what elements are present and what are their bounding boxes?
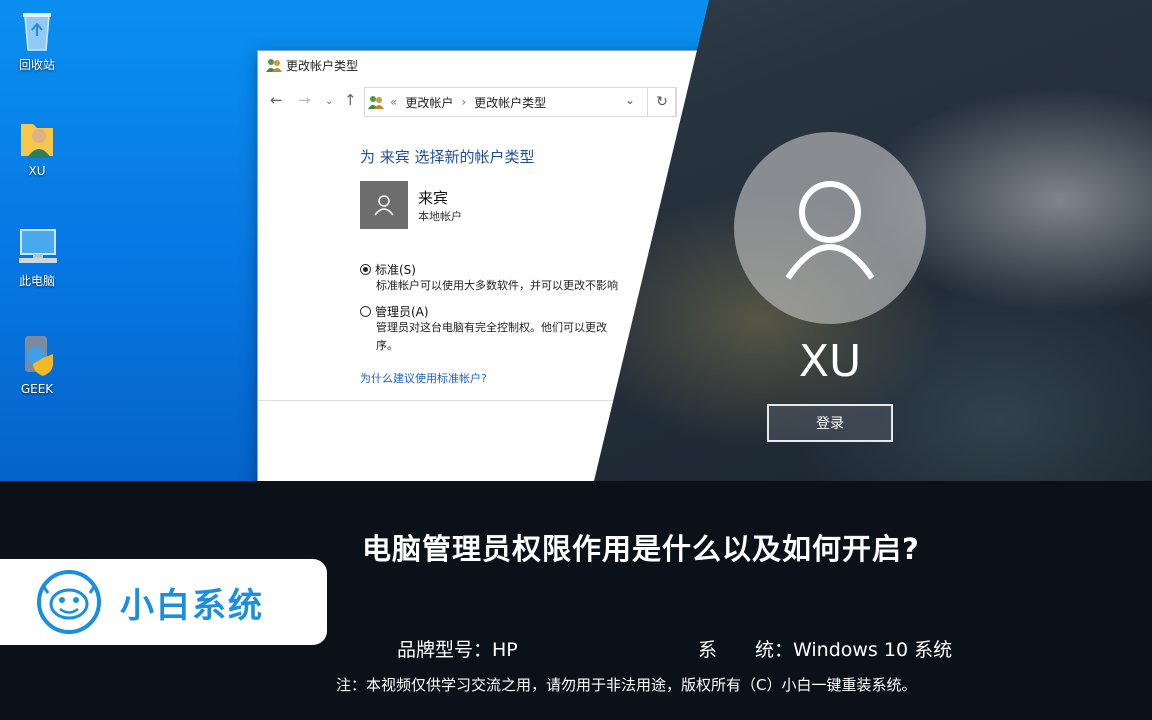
login-avatar <box>734 132 926 324</box>
system-info: 系 统：Windows 10 系统 <box>698 639 953 661</box>
users-icon <box>266 59 282 72</box>
why-standard-link[interactable]: 为什么建议使用标准帐户? <box>360 370 487 386</box>
account-name: 来宾 <box>418 189 449 207</box>
radio-selected-icon[interactable] <box>360 264 371 275</box>
caption-banner: 电脑管理员权限作用是什么以及如何开启? 小白系统 品牌型号：HP 系 统：Win… <box>0 481 1152 720</box>
screenshot-area: 回收站 XU 此电脑 GEEK 更改帐户类型 ← → ⌄ ↑ « 更改帐户 › … <box>0 0 1152 481</box>
account-avatar <box>360 181 408 229</box>
address-dropdown-chevron-icon[interactable]: ⌄ <box>625 93 635 107</box>
geek-shortcut[interactable]: GEEK <box>0 332 74 396</box>
computer-icon <box>19 229 57 263</box>
recycle-bin-shortcut[interactable]: 回收站 <box>0 8 74 73</box>
administrator-description: 管理员对这台电脑有完全控制权。他们可以更改 <box>376 321 607 334</box>
up-arrow-icon[interactable]: ↑ <box>344 91 357 109</box>
refresh-icon: ↻ <box>656 94 668 110</box>
desktop-icon-label: GEEK <box>20 382 54 396</box>
desktop-icon-label: XU <box>28 164 46 178</box>
account-type: 本地帐户 <box>418 210 462 223</box>
signin-button[interactable]: 登录 <box>767 404 893 442</box>
brand-name: 小白系统 <box>120 585 264 626</box>
administrator-radio[interactable]: 管理员(A) <box>360 303 429 320</box>
login-username: XU <box>798 336 862 387</box>
refresh-button[interactable]: ↻ <box>647 87 677 117</box>
recycle-bin-icon <box>23 13 51 51</box>
recent-locations-chevron-icon[interactable]: ⌄ <box>325 96 333 107</box>
breadcrumb-overflow[interactable]: « <box>390 95 397 109</box>
radio-unselected-icon[interactable] <box>360 306 371 317</box>
desktop-icon-label: 此电脑 <box>18 274 55 288</box>
geek-uninstaller-icon <box>25 336 53 376</box>
standard-description: 标准帐户可以使用大多数软件，并可以更改不影响 <box>376 279 618 292</box>
user-folder-icon <box>21 124 53 158</box>
address-bar[interactable]: « 更改帐户 › 更改帐户类型 ⌄ <box>364 87 676 117</box>
standard-radio[interactable]: 标准(S) <box>360 261 416 278</box>
user-folder-shortcut[interactable]: XU <box>0 118 74 178</box>
desktop-icon-label: 回收站 <box>18 58 55 72</box>
copyright-note: 注：本视频仅供学习交流之用，请勿用于非法用途，版权所有（C）小白一键重装系统。 <box>336 676 917 694</box>
window-title: 更改帐户类型 <box>286 58 359 73</box>
brand-model: 品牌型号：HP <box>397 639 518 661</box>
radio-label: 标准(S) <box>375 263 416 277</box>
navigation-bar: ← → ⌄ ↑ « 更改帐户 › 更改帐户类型 ⌄ ↻ <box>258 87 718 119</box>
breadcrumb-separator-icon: › <box>461 95 467 109</box>
users-icon <box>368 96 384 109</box>
breadcrumb-item[interactable]: 更改帐户类型 <box>474 94 546 111</box>
administrator-description-cont: 序。 <box>376 339 398 352</box>
window-titlebar: 更改帐户类型 <box>258 51 718 79</box>
video-title: 电脑管理员权限作用是什么以及如何开启? <box>362 532 920 566</box>
back-arrow-icon[interactable]: ← <box>270 91 283 109</box>
user-icon <box>374 195 394 216</box>
brand-logo-card: 小白系统 <box>0 559 327 645</box>
breadcrumb-item[interactable]: 更改帐户 <box>405 94 453 111</box>
this-pc-shortcut[interactable]: 此电脑 <box>0 226 74 289</box>
user-icon <box>785 181 875 280</box>
forward-arrow-icon[interactable]: → <box>298 91 311 109</box>
radio-label: 管理员(A) <box>375 305 429 319</box>
page-heading: 为 来宾 选择新的帐户类型 <box>360 148 535 166</box>
xiaobai-mascot-icon <box>37 570 101 634</box>
